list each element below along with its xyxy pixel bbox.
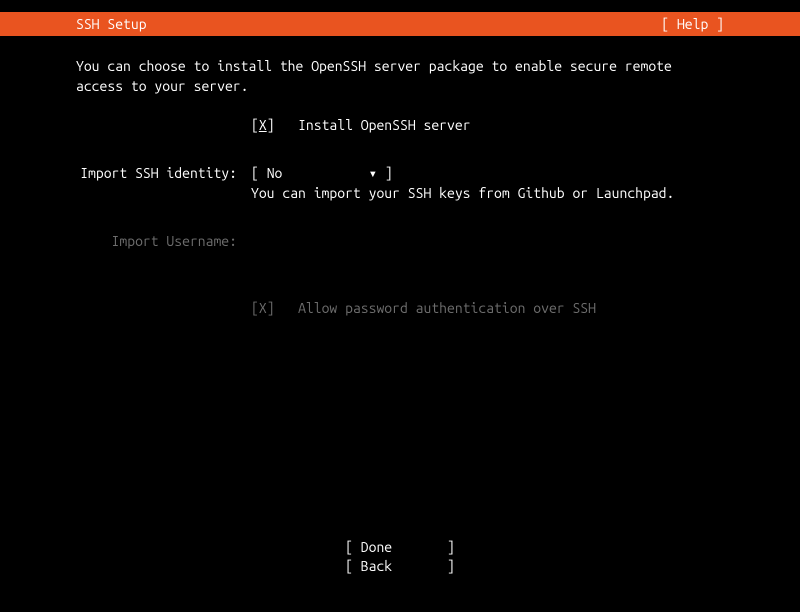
footer-buttons: [ Done ] [ Back ] (0, 538, 800, 576)
back-button[interactable]: [ Back ] (345, 557, 455, 576)
allow-password-label: Allow password authentication over SSH (298, 300, 596, 316)
import-identity-label: Import SSH identity: (76, 163, 251, 183)
import-identity-dropdown[interactable]: [ No ▾ ] (251, 165, 393, 181)
import-identity-helper: You can import your SSH keys from Github… (251, 183, 724, 203)
checkbox-mark: X (259, 300, 267, 316)
allow-password-checkbox[interactable]: [X] (251, 300, 275, 316)
description-text: You can choose to install the OpenSSH se… (76, 56, 724, 97)
import-identity-value: No (267, 165, 283, 181)
chevron-down-icon: ▾ (369, 163, 377, 183)
header-bar: SSH Setup [ Help ] (0, 12, 800, 36)
install-openssh-row: [X] Install OpenSSH server (76, 115, 724, 135)
import-username-row: Import Username: (76, 231, 724, 251)
install-openssh-checkbox[interactable]: [X] (251, 117, 275, 133)
help-button[interactable]: [ Help ] (661, 14, 724, 34)
import-username-label: Import Username: (76, 231, 251, 251)
import-identity-row: Import SSH identity: [ No ▾ ] You can im… (76, 163, 724, 204)
page-title: SSH Setup (76, 14, 147, 34)
done-button[interactable]: [ Done ] (345, 538, 455, 557)
install-openssh-label: Install OpenSSH server (298, 117, 470, 133)
content-area: You can choose to install the OpenSSH se… (0, 36, 800, 318)
allow-password-row: [X] Allow password authentication over S… (76, 298, 724, 318)
checkbox-mark: X (259, 117, 267, 133)
